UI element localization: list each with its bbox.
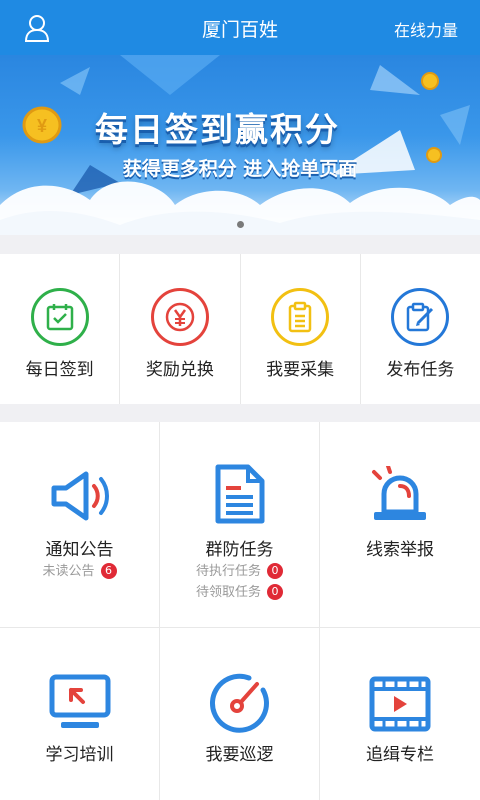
collect-button[interactable]: 我要采集 bbox=[241, 254, 361, 404]
patrol-module[interactable]: 我要巡逻 bbox=[160, 628, 320, 800]
top-bar: 厦门百姓 在线力量 bbox=[0, 0, 480, 55]
promo-banner[interactable]: ¥ 每日签到赢积分 获得更多积分 进入抢单页面 bbox=[0, 55, 480, 235]
alarm-light-icon bbox=[368, 464, 432, 528]
pending-exec-tasks: 待执行任务 0 bbox=[160, 560, 319, 579]
video-icon bbox=[369, 676, 431, 736]
module-label: 群防任务 bbox=[205, 540, 274, 560]
pending-exec-label: 待执行任务 bbox=[195, 564, 261, 579]
clue-report-module[interactable]: 线索举报 bbox=[320, 422, 480, 628]
carousel-dot[interactable] bbox=[236, 221, 244, 228]
module-label: 线索举报 bbox=[366, 540, 434, 560]
pending-exec-badge: 0 bbox=[267, 563, 283, 579]
group-task-module[interactable]: 群防任务 待执行任务 0 待领取任务 0 bbox=[160, 422, 320, 628]
wanted-module[interactable]: 追缉专栏 bbox=[320, 628, 480, 800]
module-label: 通知公告 bbox=[45, 540, 114, 560]
carousel-indicator bbox=[0, 213, 480, 232]
unread-notices-label: 未读公告 bbox=[42, 564, 95, 579]
radar-icon bbox=[209, 672, 271, 738]
quick-action-label: 我要采集 bbox=[266, 360, 335, 380]
pending-claim-label: 待领取任务 bbox=[195, 585, 261, 600]
reward-exchange-button[interactable]: 奖励兑换 bbox=[120, 254, 241, 404]
unread-badge: 6 bbox=[100, 563, 117, 579]
quick-action-label: 每日签到 bbox=[25, 360, 94, 380]
document-icon bbox=[215, 464, 265, 528]
coin-icon: ¥ bbox=[22, 106, 62, 144]
clipboard-icon bbox=[271, 288, 330, 346]
online-force-button[interactable]: 在线力量 bbox=[394, 17, 458, 41]
unread-notices: 未读公告 6 bbox=[0, 560, 159, 579]
yen-icon bbox=[150, 288, 209, 346]
module-label: 学习培训 bbox=[45, 745, 114, 765]
monitor-icon bbox=[49, 674, 111, 734]
module-label: 追缉专栏 bbox=[366, 745, 434, 765]
notice-module[interactable]: 通知公告 未读公告 6 bbox=[0, 422, 160, 628]
quick-action-label: 发布任务 bbox=[386, 360, 455, 380]
speaker-icon bbox=[48, 468, 112, 528]
quick-actions: 每日签到 奖励兑换 我要采集 发布任务 bbox=[0, 254, 480, 404]
pending-claim-tasks: 待领取任务 0 bbox=[160, 581, 319, 600]
module-label: 我要巡逻 bbox=[205, 745, 274, 765]
publish-task-button[interactable]: 发布任务 bbox=[361, 254, 480, 404]
quick-action-label: 奖励兑换 bbox=[145, 360, 214, 380]
calendar-check-icon bbox=[30, 288, 89, 346]
training-module[interactable]: 学习培训 bbox=[0, 628, 160, 800]
daily-checkin-button[interactable]: 每日签到 bbox=[0, 254, 121, 404]
banner-headline: 每日签到赢积分 bbox=[95, 110, 340, 149]
banner-subline: 获得更多积分 进入抢单页面 bbox=[122, 158, 358, 180]
module-grid: 通知公告 未读公告 6 群防任务 待执行任务 0 待领取任务 0 线索举报 学习… bbox=[0, 422, 480, 800]
pending-claim-badge: 0 bbox=[267, 584, 283, 600]
svg-text:¥: ¥ bbox=[37, 116, 47, 136]
edit-icon bbox=[391, 288, 450, 346]
